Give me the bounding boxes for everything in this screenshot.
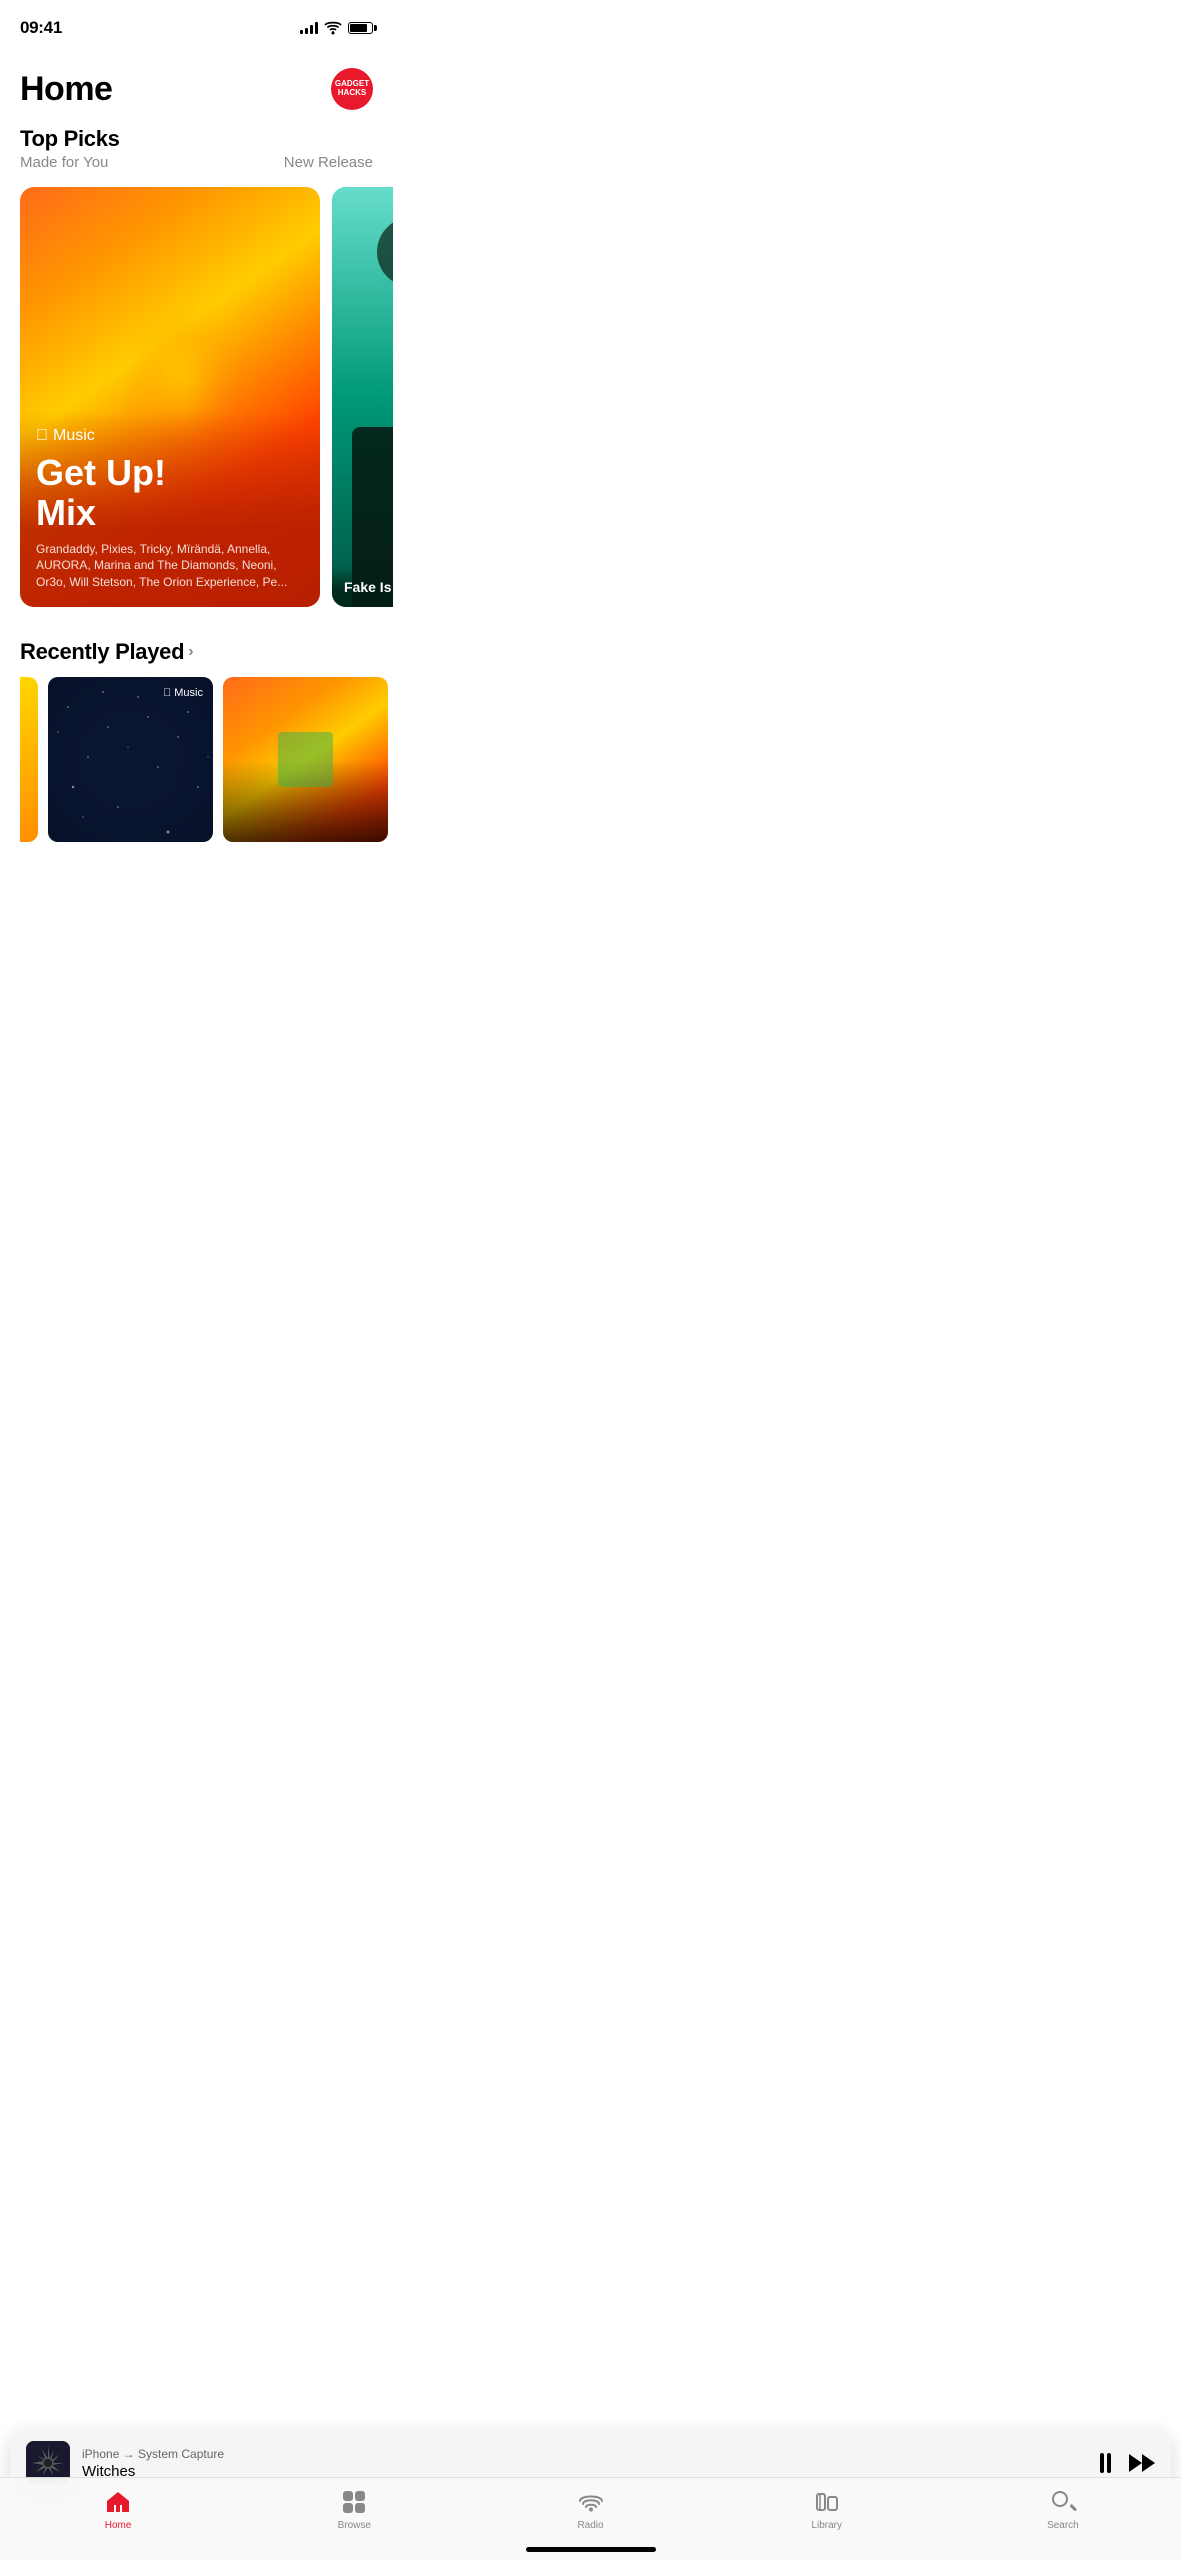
card-artists: Grandaddy, Pixies, Tricky, Mïrändä, Anne… [36,541,304,591]
tab-search-label: Search [1047,2520,1079,2531]
top-picks-subtitle-row: Made for You New Release [20,154,373,171]
home-indicator-container [0,2543,1181,2552]
recently-played-chevron: › [188,643,193,661]
card-apple-music-badge:  Music [36,427,304,445]
fast-forward-button[interactable] [1129,2454,1155,2472]
second-card-overlay: Fake Is T… [332,567,393,607]
card-overlay:  Music Get Up! Mix Grandaddy, Pixies, T… [20,411,320,607]
avatar-badge[interactable]: GADGETHACKS [331,68,373,110]
page-title: Home [20,70,112,109]
avatar-text: GADGETHACKS [335,80,369,98]
now-playing-route: iPhone → System Capture [82,2447,1088,2461]
apple-music-label: Music [53,427,95,445]
now-playing-controls [1100,2453,1155,2473]
second-card-label: Fake Is T… [344,579,393,595]
recent-orange-card[interactable] [223,677,388,842]
recently-played-title: Recently Played [20,639,184,665]
tab-library-label: Library [811,2520,842,2531]
get-up-mix-card[interactable]:  Music Get Up! Mix Grandaddy, Pixies, T… [20,187,320,607]
apple-music-badge-small:  Music [163,687,203,699]
made-for-you-label: Made for You [20,154,108,171]
browse-icon [340,2488,368,2516]
tab-search[interactable]: Search [945,2488,1181,2531]
tab-browse[interactable]: Browse [236,2488,472,2531]
top-picks-carousel:  Music Get Up! Mix Grandaddy, Pixies, T… [0,175,393,619]
signal-icon [300,22,318,34]
top-picks-title: Top Picks [20,126,373,152]
tab-library[interactable]: Library [709,2488,945,2531]
apple-music-small-label: Music [174,687,203,699]
search-icon [1049,2488,1077,2516]
home-icon [104,2488,132,2516]
new-release-card[interactable]: Fake Is T… [332,187,393,607]
now-playing-info: iPhone → System Capture Witches [70,2447,1100,2480]
pause-button[interactable] [1100,2453,1111,2473]
battery-icon [348,22,373,34]
tab-radio[interactable]: Radio [472,2488,708,2531]
stars-background [48,677,213,842]
recently-played-section: Recently Played ›  Music [0,639,393,842]
page-header: Home GADGETHACKS [0,48,393,126]
recently-played-header[interactable]: Recently Played › [0,639,393,677]
recently-played-track:  Music [0,677,393,842]
tab-home-label: Home [105,2520,132,2531]
main-content: Home GADGETHACKS Top Picks Made for You … [0,48,393,962]
radio-icon [577,2488,605,2516]
status-bar: 09:41 [0,0,393,48]
recent-partial-card[interactable] [20,677,38,842]
card-title: Get Up! Mix [36,453,304,532]
carousel-track:  Music Get Up! Mix Grandaddy, Pixies, T… [20,187,393,607]
new-release-link[interactable]: New Release [284,154,373,171]
tab-radio-label: Radio [577,2520,603,2531]
library-icon [813,2488,841,2516]
top-picks-header: Top Picks Made for You New Release [0,126,393,175]
wifi-icon [324,21,342,35]
home-indicator [526,2547,656,2552]
artist-image [332,187,393,607]
status-icons [300,21,373,35]
tab-home[interactable]: Home [0,2488,236,2531]
tab-browse-label: Browse [338,2520,371,2531]
status-time: 09:41 [20,18,62,38]
recent-dark-card[interactable]:  Music [48,677,213,842]
apple-logo-icon:  [36,427,48,445]
